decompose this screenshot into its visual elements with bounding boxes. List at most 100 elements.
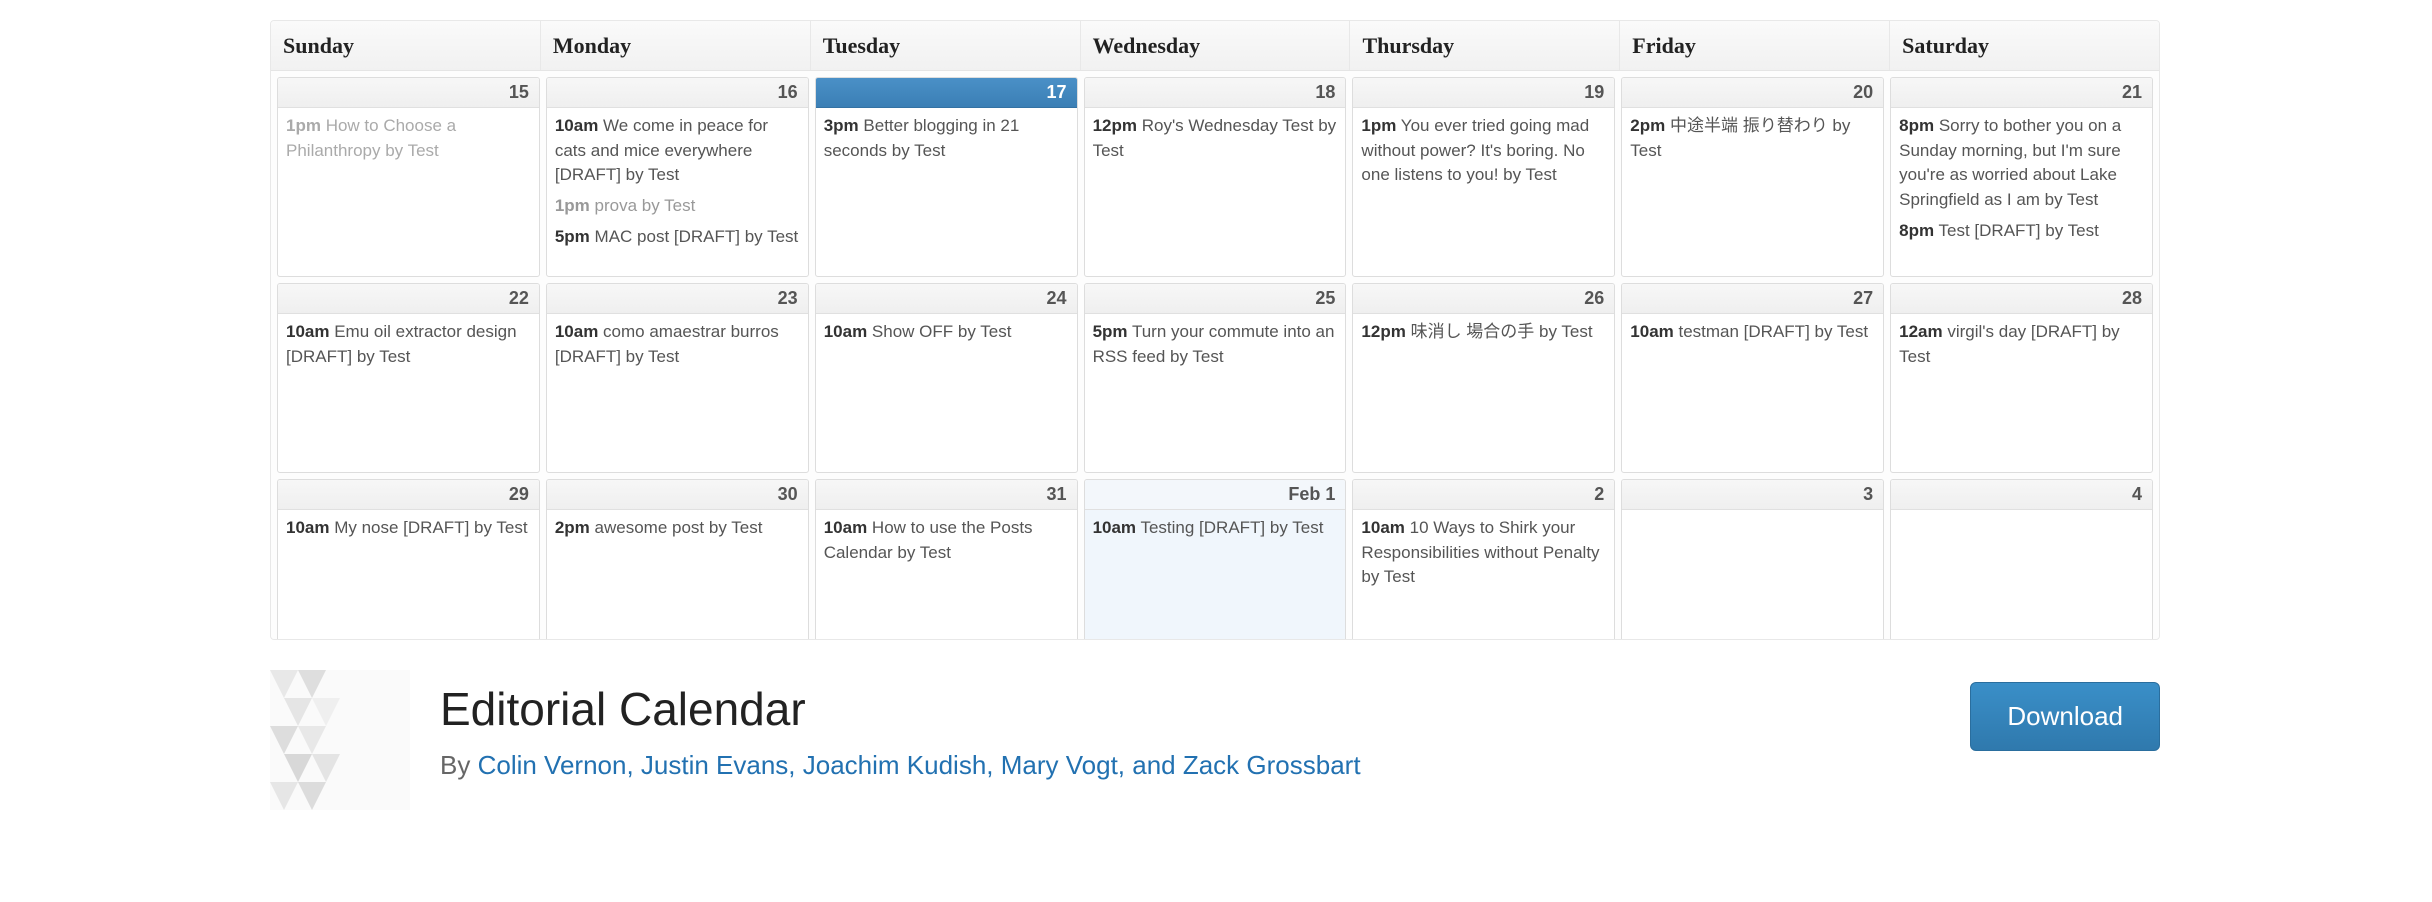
calendar-cell-body: 10am How to use the Posts Calendar by Te… (816, 510, 1077, 640)
calendar-cell-body: 3pm Better blogging in 21 seconds by Tes… (816, 108, 1077, 276)
calendar-date: 2 (1353, 480, 1614, 510)
calendar-cell[interactable]: 25 5pm Turn your commute into an RSS feed… (1084, 283, 1347, 473)
calendar-entry[interactable]: 10am 10 Ways to Shirk your Responsibilit… (1361, 516, 1606, 590)
plugin-authors: By Colin Vernon, Justin Evans, Joachim K… (440, 750, 1940, 781)
calendar-cell-body (1891, 510, 2152, 640)
calendar-entry[interactable]: 10am My nose [DRAFT] by Test (286, 516, 531, 541)
calendar-entry[interactable]: 10am como amaestrar burros [DRAFT] by Te… (555, 320, 800, 369)
entry-time: 2pm (555, 518, 590, 537)
calendar-cell[interactable]: 28 12am virgil's day [DRAFT] by Test (1890, 283, 2153, 473)
calendar-entry[interactable]: 10am We come in peace for cats and mice … (555, 114, 800, 188)
calendar-date: 25 (1085, 284, 1346, 314)
calendar-date: 26 (1353, 284, 1614, 314)
calendar-date: 27 (1622, 284, 1883, 314)
calendar-cell[interactable]: 23 10am como amaestrar burros [DRAFT] by … (546, 283, 809, 473)
calendar-header: Sunday Monday Tuesday Wednesday Thursday… (271, 21, 2159, 71)
calendar-cell[interactable]: 18 12pm Roy's Wednesday Test by Test (1084, 77, 1347, 277)
calendar-cell-body: 2pm 中途半端 振り替わり by Test (1622, 108, 1883, 276)
calendar-cell-body: 10am Show OFF by Test (816, 314, 1077, 472)
calendar-entry[interactable]: 8pm Sorry to bother you on a Sunday morn… (1899, 114, 2144, 213)
day-header-saturday: Saturday (1890, 21, 2159, 70)
calendar-cell[interactable]: 218pm Sorry to bother you on a Sunday mo… (1890, 77, 2153, 277)
entry-time: 8pm (1899, 221, 1934, 240)
calendar-date: 19 (1353, 78, 1614, 108)
day-header-tuesday: Tuesday (811, 21, 1081, 70)
calendar-cell[interactable]: 24 10am Show OFF by Test (815, 283, 1078, 473)
entry-time: 5pm (1093, 322, 1128, 341)
calendar-entry[interactable]: 1pm How to Choose a Philanthropy by Test (286, 114, 531, 163)
calendar-cell-body: 12am virgil's day [DRAFT] by Test (1891, 314, 2152, 472)
entry-time: 12pm (1093, 116, 1137, 135)
calendar-date: 16 (547, 78, 808, 108)
plugin-title: Editorial Calendar (440, 682, 1940, 736)
calendar-cell[interactable]: 26 12pm 味消し 場合の手 by Test (1352, 283, 1615, 473)
calendar-date: Feb 1 (1085, 480, 1346, 510)
entry-time: 3pm (824, 116, 859, 135)
calendar-date: 23 (547, 284, 808, 314)
calendar-entry[interactable]: 10am testman [DRAFT] by Test (1630, 320, 1875, 345)
calendar-cell-body: 1pm How to Choose a Philanthropy by Test (278, 108, 539, 276)
authors-link[interactable]: Colin Vernon, Justin Evans, Joachim Kudi… (478, 750, 1361, 780)
calendar-entry[interactable]: 10am Emu oil extractor design [DRAFT] by… (286, 320, 531, 369)
calendar-entry[interactable]: 12am virgil's day [DRAFT] by Test (1899, 320, 2144, 369)
calendar-entry[interactable]: 1pm You ever tried going mad without pow… (1361, 114, 1606, 188)
calendar-date: 28 (1891, 284, 2152, 314)
plugin-icon (270, 670, 410, 810)
calendar-cell-body: 2pm awesome post by Test (547, 510, 808, 640)
calendar-cell[interactable]: 4 (1890, 479, 2153, 640)
entry-time: 8pm (1899, 116, 1934, 135)
by-label: By (440, 750, 478, 780)
calendar-date: 24 (816, 284, 1077, 314)
entry-time: 10am (1361, 518, 1404, 537)
entry-time: 1pm (555, 196, 590, 215)
calendar-date: 29 (278, 480, 539, 510)
entry-time: 10am (1093, 518, 1136, 537)
calendar-cell[interactable]: 2210am Emu oil extractor design [DRAFT] … (277, 283, 540, 473)
calendar-cell[interactable]: 29 10am My nose [DRAFT] by Test (277, 479, 540, 640)
calendar-cell[interactable]: 3 (1621, 479, 1884, 640)
calendar-cell-body: 8pm Sorry to bother you on a Sunday morn… (1891, 108, 2152, 276)
calendar-entry[interactable]: 10am Show OFF by Test (824, 320, 1069, 345)
day-header-thursday: Thursday (1350, 21, 1620, 70)
calendar-cell[interactable]: 173pm Better blogging in 21 seconds by T… (815, 77, 1078, 277)
calendar-cell-body: 10am Emu oil extractor design [DRAFT] by… (278, 314, 539, 472)
calendar-entry[interactable]: 3pm Better blogging in 21 seconds by Tes… (824, 114, 1069, 163)
calendar-cell[interactable]: 15 1pm How to Choose a Philanthropy by Te… (277, 77, 540, 277)
entry-time: 10am (824, 322, 867, 341)
calendar-banner: Sunday Monday Tuesday Wednesday Thursday… (270, 20, 2160, 640)
calendar-cell-body: 10am como amaestrar burros [DRAFT] by Te… (547, 314, 808, 472)
calendar-date: 3 (1622, 480, 1883, 510)
calendar-date: 15 (278, 78, 539, 108)
calendar-entry[interactable]: 5pm MAC post [DRAFT] by Test (555, 225, 800, 250)
calendar-entry[interactable]: 10am Testing [DRAFT] by Test (1093, 516, 1338, 541)
calendar-entry[interactable]: 5pm Turn your commute into an RSS feed b… (1093, 320, 1338, 369)
calendar-entry[interactable]: 2pm awesome post by Test (555, 516, 800, 541)
entry-time: 12am (1899, 322, 1942, 341)
entry-time: 10am (555, 116, 598, 135)
calendar-entry[interactable]: 1pm prova by Test (555, 194, 800, 219)
calendar-cell[interactable]: 302pm awesome post by Test (546, 479, 809, 640)
calendar-cell[interactable]: 31 10am How to use the Posts Calendar by … (815, 479, 1078, 640)
calendar-cell[interactable]: 2 10am 10 Ways to Shirk your Responsibili… (1352, 479, 1615, 640)
calendar-cell[interactable]: 19 1pm You ever tried going mad without p… (1352, 77, 1615, 277)
calendar-cell-body: 12pm 味消し 場合の手 by Test (1353, 314, 1614, 472)
entry-time: 10am (1630, 322, 1673, 341)
calendar-date: 18 (1085, 78, 1346, 108)
calendar-cell-body (1622, 510, 1883, 640)
calendar-date: 20 (1622, 78, 1883, 108)
calendar-entry[interactable]: 2pm 中途半端 振り替わり by Test (1630, 114, 1875, 163)
download-button[interactable]: Download (1970, 682, 2160, 751)
calendar-cell[interactable]: 16 10am We come in peace for cats and mic… (546, 77, 809, 277)
calendar-cell[interactable]: Feb 1 10am Testing [DRAFT] by Test (1084, 479, 1347, 640)
calendar-cell[interactable]: 20 2pm 中途半端 振り替わり by Test (1621, 77, 1884, 277)
calendar-entry[interactable]: 10am How to use the Posts Calendar by Te… (824, 516, 1069, 565)
calendar-entry[interactable]: 12pm 味消し 場合の手 by Test (1361, 320, 1606, 345)
calendar-date: 31 (816, 480, 1077, 510)
day-header-monday: Monday (541, 21, 811, 70)
calendar-cell-body: 5pm Turn your commute into an RSS feed b… (1085, 314, 1346, 472)
day-header-wednesday: Wednesday (1081, 21, 1351, 70)
calendar-cell[interactable]: 27 10am testman [DRAFT] by Test (1621, 283, 1884, 473)
calendar-entry[interactable]: 8pm Test [DRAFT] by Test (1899, 219, 2144, 244)
entry-time: 10am (824, 518, 867, 537)
calendar-entry[interactable]: 12pm Roy's Wednesday Test by Test (1093, 114, 1338, 163)
